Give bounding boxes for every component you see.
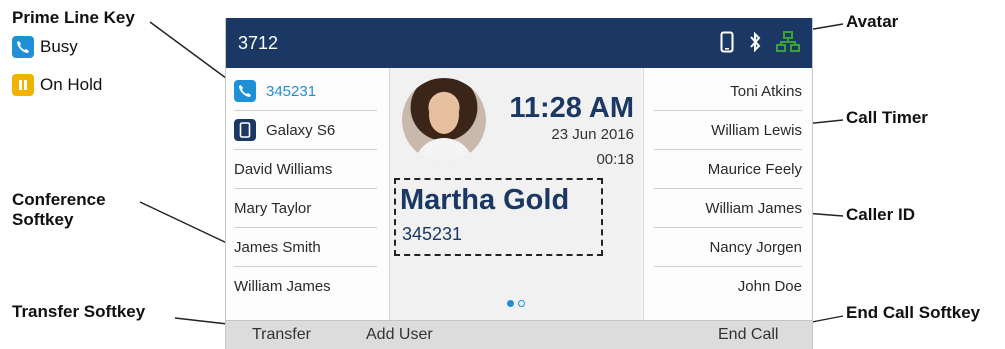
caller-number: 345231 bbox=[402, 224, 463, 244]
clock-time: 11:28 AM bbox=[509, 92, 634, 124]
line-key-james-smith[interactable]: James Smith bbox=[234, 228, 377, 267]
extension-number: 3712 bbox=[238, 32, 279, 53]
phone-screen: 3712 345231 Galaxy S6 David Williams Mar… bbox=[225, 18, 813, 349]
line-key-william-james-right[interactable]: William James bbox=[654, 189, 802, 228]
line-key-mary-taylor[interactable]: Mary Taylor bbox=[234, 189, 377, 228]
line-key-label: William James bbox=[234, 277, 331, 295]
add-user-softkey[interactable]: Add User bbox=[366, 326, 433, 344]
page-indicator bbox=[507, 300, 525, 307]
right-line-keys: Toni Atkins William Lewis Maurice Feely … bbox=[643, 68, 812, 320]
left-line-keys: 345231 Galaxy S6 David Williams Mary Tay… bbox=[226, 68, 390, 320]
legend-on-hold-label: On Hold bbox=[40, 75, 103, 94]
line-key-label: 345231 bbox=[266, 82, 317, 100]
page-dot bbox=[518, 300, 525, 307]
line-key-label: David Williams bbox=[234, 160, 333, 178]
hold-icon bbox=[12, 74, 34, 96]
mobile-icon bbox=[234, 119, 256, 141]
caller-id-box: Martha Gold 345231 bbox=[394, 178, 603, 256]
line-key-label: Nancy Jorgen bbox=[709, 238, 802, 256]
status-bar: 3712 bbox=[226, 18, 812, 68]
line-key-label: Toni Atkins bbox=[730, 82, 802, 100]
transfer-softkey[interactable]: Transfer bbox=[252, 326, 311, 344]
callout-end-call-softkey: End Call Softkey bbox=[846, 303, 981, 322]
caller-name: Martha Gold bbox=[400, 184, 570, 216]
caller-avatar bbox=[402, 78, 486, 162]
callout-conference-softkey-line1: Conference bbox=[12, 190, 106, 209]
clock-date: 23 Jun 2016 bbox=[551, 126, 634, 143]
line-key-label: Mary Taylor bbox=[234, 199, 312, 217]
page-dot-active bbox=[507, 300, 514, 307]
callout-avatar: Avatar bbox=[846, 12, 899, 31]
prime-line-key[interactable]: 345231 bbox=[234, 72, 377, 111]
call-info-area: 11:28 AM 23 Jun 2016 00:18 Martha Gold 3… bbox=[390, 68, 642, 320]
callout-conference-softkey-line2: Softkey bbox=[12, 210, 74, 229]
phone-busy-icon bbox=[12, 36, 34, 58]
line-key-label: William James bbox=[705, 199, 802, 217]
legend-busy: Busy bbox=[12, 36, 78, 58]
line-key-label: Maurice Feely bbox=[707, 160, 802, 178]
line-key-label: William Lewis bbox=[711, 121, 802, 139]
callout-prime-line-key: Prime Line Key bbox=[12, 8, 135, 27]
line-key-william-lewis[interactable]: William Lewis bbox=[654, 111, 802, 150]
line-key-label: James Smith bbox=[234, 238, 321, 256]
status-icons bbox=[720, 31, 800, 58]
callout-call-timer: Call Timer bbox=[846, 108, 928, 127]
mobile-icon bbox=[720, 31, 734, 58]
line-key-nancy-jorgen[interactable]: Nancy Jorgen bbox=[654, 228, 802, 267]
bluetooth-icon bbox=[748, 31, 762, 58]
line-key-label: John Doe bbox=[737, 277, 802, 295]
end-call-softkey[interactable]: End Call bbox=[718, 326, 778, 344]
line-key-david-williams[interactable]: David Williams bbox=[234, 150, 377, 189]
callout-transfer-softkey: Transfer Softkey bbox=[12, 302, 146, 321]
line-key-galaxy-s6[interactable]: Galaxy S6 bbox=[234, 111, 377, 150]
line-key-william-james[interactable]: William James bbox=[234, 267, 377, 305]
softkey-bar: Transfer Add User End Call bbox=[226, 320, 812, 349]
phone-busy-icon bbox=[234, 80, 256, 102]
line-key-toni-atkins[interactable]: Toni Atkins bbox=[654, 72, 802, 111]
legend-on-hold: On Hold bbox=[12, 74, 102, 96]
line-key-label: Galaxy S6 bbox=[266, 121, 336, 139]
line-key-maurice-feely[interactable]: Maurice Feely bbox=[654, 150, 802, 189]
legend-busy-label: Busy bbox=[40, 37, 78, 56]
call-timer: 00:18 bbox=[596, 151, 634, 168]
line-key-john-doe[interactable]: John Doe bbox=[654, 267, 802, 305]
callout-caller-id: Caller ID bbox=[846, 205, 915, 224]
network-icon bbox=[776, 31, 800, 58]
